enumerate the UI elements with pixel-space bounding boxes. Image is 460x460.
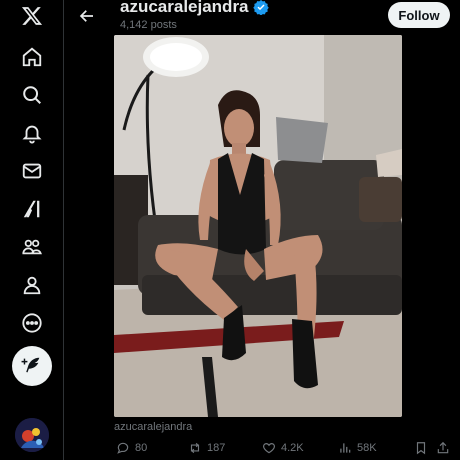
analytics-bars-icon (340, 443, 351, 453)
views-button[interactable]: 58K (338, 441, 377, 455)
post-header: azucaralejandra 4,142 posts Follow (64, 0, 460, 33)
bookmark-button[interactable] (414, 441, 428, 455)
share-upload-icon (437, 441, 449, 454)
post-count: 4,142 posts (120, 19, 177, 31)
home-icon[interactable] (12, 37, 52, 77)
communities-icon[interactable] (12, 227, 52, 267)
repost-icon (190, 442, 200, 454)
heart-icon (263, 443, 275, 454)
reply-button[interactable]: 80 (116, 441, 147, 455)
x-logo-icon[interactable] (12, 0, 52, 36)
repost-count: 187 (207, 442, 226, 454)
post-action-bar: 80 187 4.2K 58K (114, 441, 454, 459)
search-icon[interactable] (12, 75, 52, 115)
messages-envelope-icon[interactable] (12, 151, 52, 191)
author-name-row[interactable]: azucaralejandra (120, 0, 269, 17)
repost-button[interactable]: 187 (188, 441, 225, 455)
view-count: 58K (357, 442, 377, 454)
verified-badge-icon (252, 0, 269, 15)
account-avatar[interactable] (15, 418, 49, 452)
bookmark-icon (416, 442, 426, 455)
notifications-bell-icon[interactable] (12, 113, 52, 153)
compose-post-button[interactable] (12, 346, 52, 386)
author-name[interactable]: azucaralejandra (120, 0, 249, 17)
profile-icon[interactable] (12, 265, 52, 305)
post-photo[interactable] (114, 35, 402, 417)
reply-bubble-icon (117, 442, 129, 454)
like-count: 4.2K (281, 442, 304, 454)
like-button[interactable]: 4.2K (262, 441, 304, 455)
media-username-caption: azucaralejandra (114, 421, 193, 433)
more-options-icon[interactable] (12, 303, 52, 343)
share-button[interactable] (436, 441, 450, 455)
feather-plus-icon (21, 357, 40, 373)
back-arrow-icon[interactable] (74, 3, 100, 29)
grok-icon[interactable] (12, 189, 52, 229)
photo-gutter (402, 35, 422, 417)
follow-button[interactable]: Follow (388, 2, 450, 28)
left-nav-rail (0, 0, 64, 460)
reply-count: 80 (135, 442, 148, 454)
